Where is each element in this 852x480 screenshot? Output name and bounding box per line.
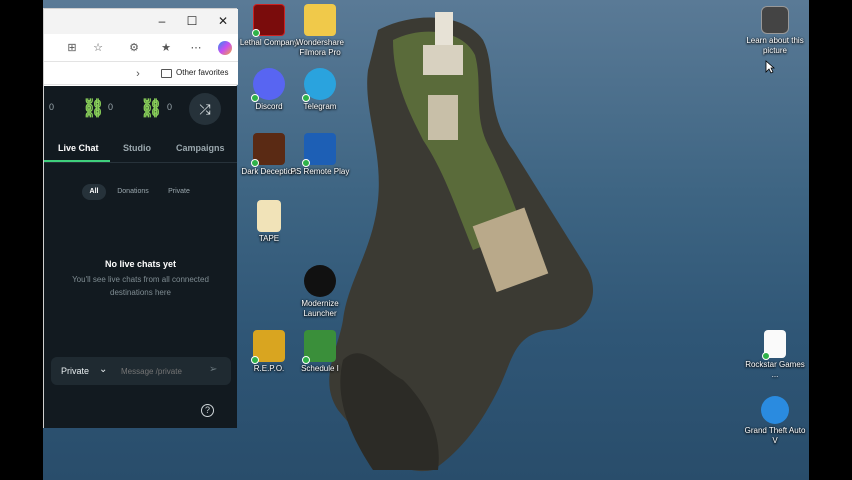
dark-deception-icon (251, 133, 285, 167)
destination-count: 0 (49, 102, 55, 112)
desktop-icon-wondershare-filmora[interactable]: Wondershare Filmora Pro (288, 4, 352, 58)
close-button[interactable]: ✕ (215, 13, 231, 29)
empty-state-subtitle: You'll see live chats from all connected… (72, 275, 209, 297)
telegram-icon (302, 68, 336, 102)
copilot-icon[interactable] (218, 41, 232, 55)
desktop-icon-tape[interactable]: TAPE (237, 200, 301, 244)
chevron-down-icon[interactable]: ⌄ (99, 364, 107, 375)
chevron-right-icon[interactable]: › (132, 68, 144, 80)
app-available-icon[interactable]: ⊞ (66, 42, 78, 54)
divider (44, 162, 237, 163)
desktop-icon-learn-about-picture[interactable]: Learn about this picture (743, 6, 807, 56)
filter-all[interactable]: All (82, 184, 106, 200)
send-icon[interactable]: ➢ (209, 364, 217, 375)
folder-icon (304, 4, 336, 36)
message-composer: Private ⌄ ➢ (51, 357, 231, 385)
title-bar: – ☐ ✕ (44, 9, 238, 34)
schedule-i-icon (302, 330, 336, 364)
live-chat-app: 0 ⛓ 0 ⛓ 0 ⤮ Live Chat Studio Campaigns A… (44, 86, 237, 428)
modernize-launcher-icon (304, 265, 336, 297)
cottage (428, 95, 458, 140)
desktop-icon-gta-v[interactable]: Grand Theft Auto V (743, 396, 807, 446)
desktop-icon-schedule-i[interactable]: Schedule I (288, 330, 352, 374)
destination-count: 0 (167, 102, 173, 112)
document-icon (762, 330, 786, 360)
mouse-cursor-icon (765, 60, 775, 74)
desktop-icon-modernize-launcher[interactable]: Modernize Launcher (288, 265, 352, 319)
lighthouse-house (423, 45, 463, 75)
toolbar: ⊞ ☆ ⚙ ★ ⋯ (44, 34, 238, 62)
tab-studio[interactable]: Studio (123, 143, 151, 153)
help-icon[interactable]: ? (201, 404, 214, 417)
composer-mode-select[interactable]: Private (61, 366, 89, 376)
favorites-bar: › Other favorites (44, 62, 238, 85)
repo-icon (251, 330, 285, 364)
camera-icon (761, 6, 789, 34)
filter-private[interactable]: Private (162, 184, 196, 200)
extensions-icon[interactable]: ⚙ (128, 42, 140, 54)
tape-icon (257, 200, 281, 232)
maximize-button[interactable]: ☐ (184, 13, 200, 29)
message-input[interactable] (121, 363, 205, 379)
tab-live-chat[interactable]: Live Chat (58, 143, 99, 153)
folder-icon (161, 69, 172, 78)
more-icon[interactable]: ⋯ (190, 42, 202, 54)
link-icon[interactable]: ⛓ (140, 98, 163, 118)
ps-remote-play-icon (302, 133, 336, 167)
other-favorites-link[interactable]: Other favorites (176, 68, 228, 77)
minimize-button[interactable]: – (154, 13, 170, 29)
lethal-company-icon (252, 4, 285, 37)
destination-count: 0 (108, 102, 114, 112)
desktop-icon-telegram[interactable]: Telegram (288, 68, 352, 112)
favorites-icon[interactable]: ★ (160, 42, 172, 54)
browser-window: – ☐ ✕ ⊞ ☆ ⚙ ★ ⋯ › Other favorites 0 ⛓ 0 … (43, 8, 238, 428)
desktop-icon-ps-remote-play[interactable]: PS Remote Play (288, 133, 352, 177)
shuffle-icon[interactable]: ⤮ (189, 93, 221, 125)
filter-donations[interactable]: Donations (112, 184, 154, 200)
desktop: Lethal Company Wondershare Filmora Pro D… (43, 0, 809, 480)
internet-explorer-icon (761, 396, 789, 424)
discord-icon (251, 68, 285, 102)
empty-state-title: No live chats yet (104, 259, 177, 269)
desktop-icon-rockstar-games[interactable]: Rockstar Games ... (743, 330, 807, 380)
favorite-star-icon[interactable]: ☆ (92, 42, 104, 54)
link-icon[interactable]: ⛓ (82, 98, 105, 118)
tab-campaigns[interactable]: Campaigns (176, 143, 225, 153)
